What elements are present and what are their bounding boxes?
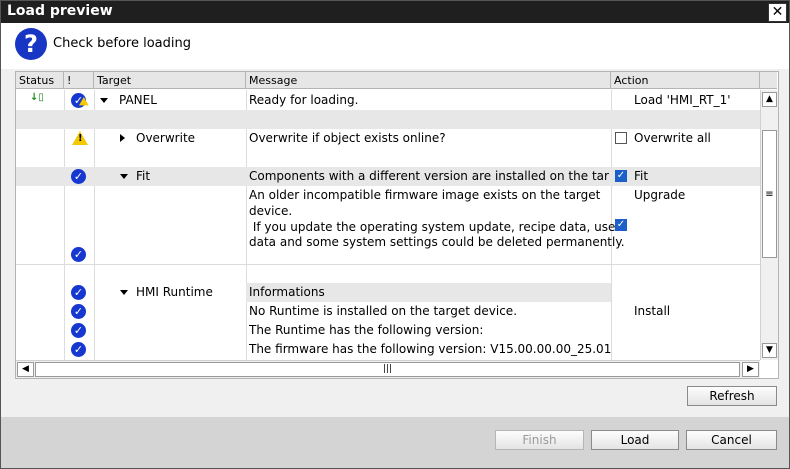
vertical-scroll-thumb[interactable]: ≡ bbox=[762, 130, 777, 258]
load-preview-dialog: Load preview ✕ ? Check before loading St… bbox=[0, 0, 790, 469]
column-header-status[interactable]: Status bbox=[16, 72, 64, 89]
expand-arrow-icon[interactable] bbox=[120, 134, 125, 142]
scroll-up-icon[interactable]: ▲ bbox=[762, 92, 777, 107]
scroll-down-icon[interactable]: ▼ bbox=[762, 343, 777, 358]
refresh-button[interactable]: Refresh bbox=[687, 386, 777, 406]
row-target-overwrite: Overwrite bbox=[136, 131, 196, 145]
scroll-right-icon[interactable]: ▶ bbox=[742, 362, 759, 377]
row-message-firmware-2: device. bbox=[249, 204, 293, 218]
fit-checkbox[interactable]: ✓ bbox=[615, 170, 627, 182]
cancel-button[interactable]: Cancel bbox=[686, 430, 777, 450]
column-header-message[interactable]: Message bbox=[246, 72, 611, 89]
check-icon: ✓ bbox=[71, 342, 86, 357]
title-bar: Load preview ✕ bbox=[1, 1, 789, 23]
row-message-hmi-runtime: Informations bbox=[249, 285, 325, 299]
finish-button[interactable]: Finish bbox=[495, 430, 584, 450]
header-text: Check before loading bbox=[53, 36, 191, 51]
spacer-row bbox=[16, 264, 760, 284]
warning-icon bbox=[79, 97, 89, 106]
warning-mark: ! bbox=[78, 133, 83, 144]
spacer-row bbox=[16, 110, 760, 129]
row-action-fit: Fit bbox=[634, 169, 649, 183]
table-row[interactable]: ✓ Fit Components with a different versio… bbox=[16, 167, 760, 186]
table-row[interactable]: ! Overwrite Overwrite if object exists o… bbox=[16, 129, 760, 148]
load-button[interactable]: Load bbox=[591, 430, 679, 450]
column-header-spacer bbox=[760, 72, 777, 89]
question-icon: ? bbox=[15, 28, 47, 60]
row-message-fit: Components with a different version are … bbox=[249, 169, 609, 183]
row-message-panel: Ready for loading. bbox=[249, 93, 359, 107]
row-message-firmware-4: data and some system settings could be d… bbox=[249, 235, 625, 249]
check-icon: ✓ bbox=[71, 247, 86, 262]
footer: Finish Load Cancel bbox=[1, 417, 789, 468]
row-message-runtime-version: The Runtime has the following version: bbox=[249, 323, 484, 337]
column-header-flag[interactable]: ! bbox=[64, 72, 94, 89]
preview-table: Status ! Target Message Action ↓▯ ✓ PANE… bbox=[15, 71, 779, 379]
row-message-no-runtime: No Runtime is installed on the target de… bbox=[249, 304, 518, 318]
overwrite-all-checkbox[interactable] bbox=[615, 132, 627, 144]
download-status-icon: ↓▯ bbox=[30, 92, 44, 103]
window-title: Load preview bbox=[7, 3, 113, 19]
collapse-arrow-icon[interactable] bbox=[120, 174, 128, 179]
spacer-row bbox=[16, 148, 760, 167]
collapse-arrow-icon[interactable] bbox=[100, 98, 108, 103]
table-row[interactable]: An older incompatible firmware image exi… bbox=[16, 186, 760, 262]
table-row[interactable]: ✓ The Runtime has the following version: bbox=[16, 321, 760, 340]
row-message-firmware-3: If you update the operating system updat… bbox=[249, 220, 621, 234]
table-row[interactable]: ✓ HMI Runtime Informations bbox=[16, 283, 760, 302]
horizontal-scroll-thumb[interactable]: ||| bbox=[35, 362, 740, 377]
vertical-scrollbar[interactable]: ▲ ≡ ▼ bbox=[760, 90, 778, 360]
check-icon: ✓ bbox=[71, 323, 86, 338]
row-target-hmi-runtime: HMI Runtime bbox=[136, 285, 213, 299]
table-row[interactable]: ✓ No Runtime is installed on the target … bbox=[16, 302, 760, 321]
row-action-panel[interactable]: Load 'HMI_RT_1' bbox=[634, 93, 731, 107]
collapse-arrow-icon[interactable] bbox=[120, 290, 128, 295]
horizontal-scrollbar[interactable]: ◀ ||| ▶ bbox=[16, 360, 760, 378]
check-icon: ✓ bbox=[71, 169, 86, 184]
row-action-firmware: Upgrade bbox=[634, 188, 686, 202]
scroll-left-icon[interactable]: ◀ bbox=[17, 362, 34, 377]
table-row[interactable]: ✓ The firmware has the following version… bbox=[16, 340, 760, 359]
column-header-target[interactable]: Target bbox=[94, 72, 246, 89]
check-icon: ✓ bbox=[71, 304, 86, 319]
row-target-fit: Fit bbox=[136, 169, 151, 183]
row-target-panel: PANEL bbox=[119, 93, 157, 107]
row-message-firmware-version: The firmware has the following version: … bbox=[249, 342, 612, 356]
table-row[interactable]: ↓▯ ✓ PANEL Ready for loading. Load 'HMI_… bbox=[16, 91, 760, 110]
check-icon: ✓ bbox=[71, 285, 86, 300]
header: ? Check before loading bbox=[1, 23, 789, 69]
close-button[interactable]: ✕ bbox=[768, 3, 787, 22]
upgrade-checkbox[interactable]: ✓ bbox=[615, 219, 627, 231]
row-action-overwrite: Overwrite all bbox=[634, 131, 711, 145]
row-action-install: Install bbox=[634, 304, 671, 318]
row-message-firmware-1: An older incompatible firmware image exi… bbox=[249, 188, 601, 202]
row-message-overwrite: Overwrite if object exists online? bbox=[249, 131, 446, 145]
column-header-action[interactable]: Action bbox=[611, 72, 760, 89]
